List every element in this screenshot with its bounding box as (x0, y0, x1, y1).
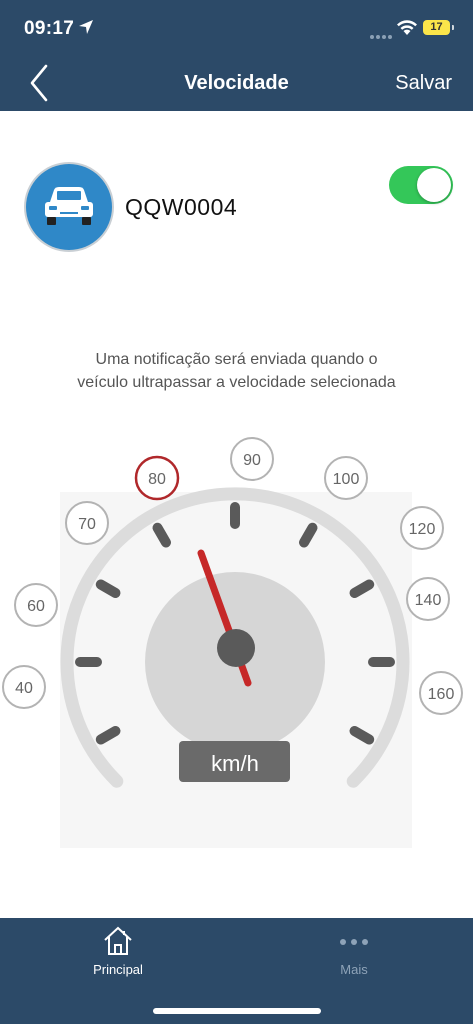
gauge-hub (217, 629, 255, 667)
speed-option-160[interactable]: 160 (419, 671, 463, 715)
speed-option-label: 120 (409, 521, 436, 538)
status-bar: 09:17 17 (0, 0, 473, 58)
speed-option-label: 140 (415, 592, 442, 609)
speed-option-70[interactable]: 70 (65, 501, 109, 545)
signal-icon (370, 26, 394, 44)
speed-option-label: 60 (27, 598, 45, 615)
speed-option-60[interactable]: 60 (14, 583, 58, 627)
speed-option-label: 90 (243, 452, 261, 469)
speed-option-label: 70 (78, 516, 96, 533)
wifi-icon (397, 20, 417, 35)
toggle-knob (417, 168, 451, 202)
speed-option-90[interactable]: 90 (230, 437, 274, 481)
home-indicator (153, 1008, 321, 1014)
tab-mais[interactable]: Mais (294, 926, 414, 977)
unit-label: km/h (211, 751, 259, 776)
home-icon (104, 926, 132, 955)
speed-option-100[interactable]: 100 (324, 456, 368, 500)
speed-option-label: 40 (15, 680, 33, 697)
speed-option-140[interactable]: 140 (406, 577, 450, 621)
tab-principal[interactable]: Principal (58, 926, 178, 977)
vehicle-avatar (26, 164, 112, 250)
speed-option-label: 80 (148, 471, 166, 488)
nav-bar: Velocidade Salvar (0, 58, 473, 111)
speed-option-80[interactable]: 80 (134, 455, 180, 501)
more-dots-icon (340, 939, 368, 945)
battery-icon: 17 (423, 20, 454, 35)
location-arrow-icon (79, 20, 93, 34)
speed-option-label: 160 (428, 686, 455, 703)
notice-line-2: veículo ultrapassar a velocidade selecio… (77, 374, 396, 391)
notice-line-1: Uma notificação será enviada quando o (95, 351, 378, 368)
tab-label: Principal (93, 962, 143, 977)
speedometer[interactable]: 40 60 70 80 90 100 120 140 160 km/h (0, 430, 473, 870)
speed-option-120[interactable]: 120 (400, 506, 444, 550)
save-button[interactable]: Salvar (395, 72, 452, 95)
status-time: 09:17 (24, 18, 75, 39)
car-icon (45, 187, 93, 225)
notification-toggle[interactable] (389, 166, 453, 204)
vehicle-plate: QQW0004 (125, 194, 238, 220)
speed-option-40[interactable]: 40 (2, 665, 46, 709)
tab-label: Mais (340, 962, 368, 977)
speed-option-label: 100 (333, 471, 360, 488)
